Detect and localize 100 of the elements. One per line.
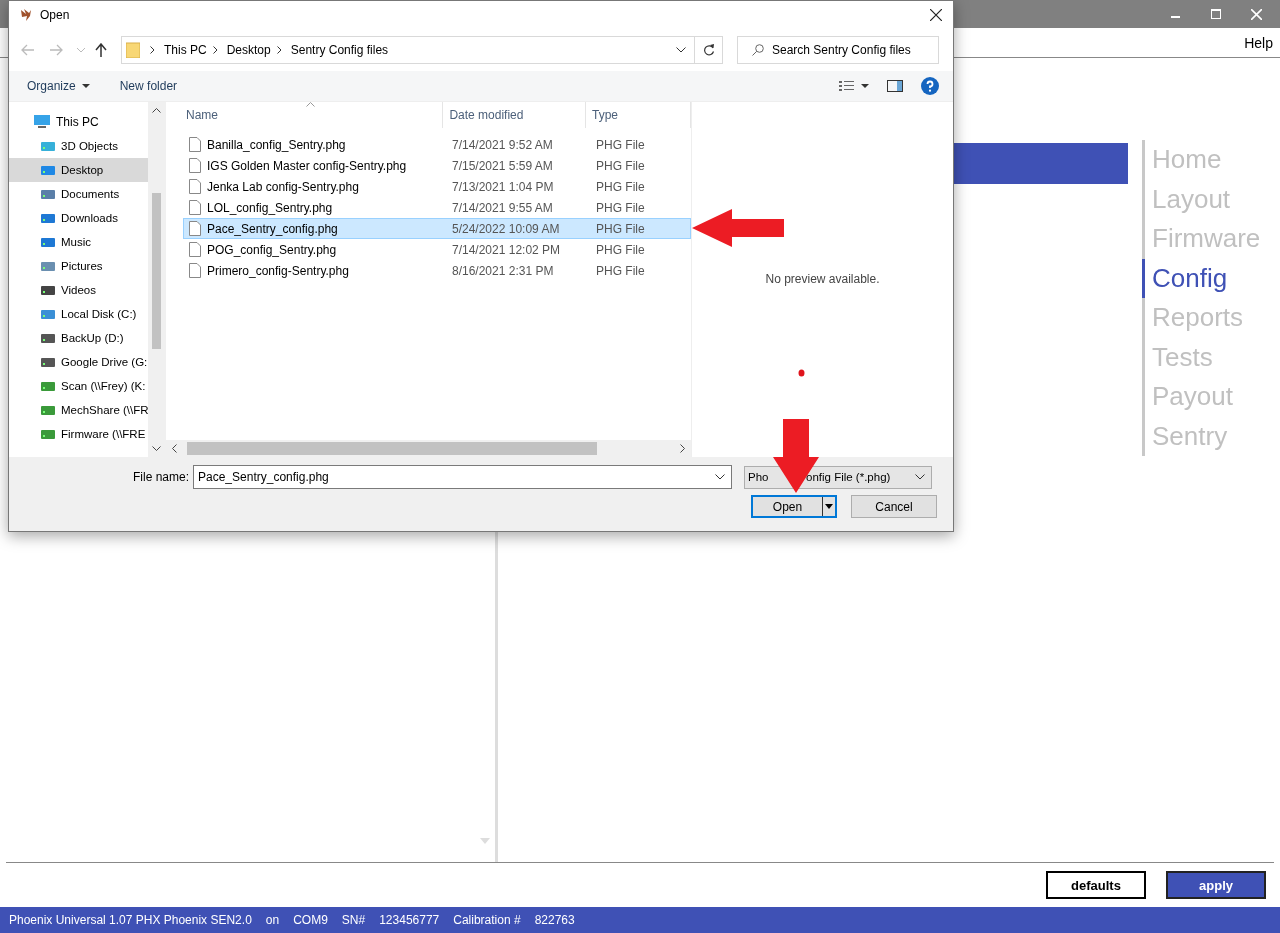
nav-item[interactable]: Config [1142, 258, 1280, 298]
search-field[interactable]: Search Sentry Config files [737, 36, 939, 64]
drive-icon [40, 139, 56, 153]
tree-item[interactable]: Pictures [9, 254, 148, 278]
search-icon [752, 44, 764, 56]
breadcrumb-item[interactable]: Sentry Config files [290, 43, 389, 57]
caret-icon [825, 504, 833, 509]
tree-item[interactable]: Downloads [9, 206, 148, 230]
file-name: Pace_Sentry_config.phg [207, 221, 338, 236]
file-date: 7/14/2021 12:02 PM [452, 242, 562, 257]
status-text: Phoenix Universal 1.07 PHX Phoenix SEN2.0 [9, 913, 252, 927]
drive-icon [40, 163, 56, 177]
cancel-button[interactable]: Cancel [851, 495, 937, 518]
file-icon [189, 158, 201, 173]
up-icon[interactable] [95, 43, 107, 57]
drive-icon [40, 235, 56, 249]
tree-item[interactable]: 3D Objects [9, 134, 148, 158]
drive-icon [40, 379, 56, 393]
scroll-down-icon[interactable] [152, 446, 161, 451]
column-header[interactable]: Type [586, 102, 691, 128]
file-name: LOL_config_Sentry.phg [207, 200, 333, 215]
scroll-right-icon[interactable] [680, 444, 685, 453]
file-type: PHG File [596, 137, 645, 152]
tree-item[interactable]: This PC [9, 110, 148, 134]
organize-menu[interactable]: Organize [27, 79, 90, 93]
chevron-down-icon[interactable] [715, 474, 725, 480]
drive-icon [40, 427, 56, 441]
view-options-icon[interactable] [839, 80, 869, 92]
status-text: SN# [341, 913, 366, 927]
sort-icon [306, 102, 315, 107]
file-icon [189, 263, 201, 278]
drive-icon [40, 331, 56, 345]
drive-icon [40, 259, 56, 273]
file-type: PHG File [596, 242, 645, 257]
file-type: PHG File [596, 263, 645, 278]
status-text: on [265, 913, 280, 927]
status-text: COM9 [293, 913, 328, 927]
chevron-right-icon [276, 46, 282, 54]
column-header[interactable]: Date modified [443, 102, 586, 128]
file-date: 5/24/2022 10:09 AM [452, 221, 561, 236]
dot-mark [798, 369, 805, 377]
file-row[interactable]: Banilla_config_Sentry.phg 7/14/2021 9:52 AM PHG File [183, 134, 691, 155]
status-text: 123456777 [379, 913, 440, 927]
scrollbar[interactable] [166, 440, 691, 457]
file-name-field[interactable]: Pace_Sentry_config.phg [193, 465, 732, 489]
file-row[interactable]: Primero_config-Sentry.phg 8/16/2021 2:31 PM PHG File [183, 260, 691, 281]
file-date: 7/15/2021 5:59 AM [452, 158, 554, 173]
address-bar[interactable]: This PC Desktop Sentry Config files [121, 36, 695, 64]
file-name: Jenka Lab config-Sentry.phg [207, 179, 359, 194]
file-row[interactable]: IGS Golden Master config-Sentry.phg 7/15/2021 5:59 AM PHG File [183, 155, 691, 176]
tree-item[interactable]: BackUp (D:) [9, 326, 148, 350]
file-name: IGS Golden Master config-Sentry.phg [207, 158, 407, 173]
tree-item[interactable]: Scan (\\Frey) (K: [9, 374, 148, 398]
file-row[interactable]: Jenka Lab config-Sentry.phg 7/13/2021 1:04 PM PHG File [183, 176, 691, 197]
scroll-left-icon[interactable] [172, 444, 177, 453]
tree-item[interactable]: Firmware (\\FRE [9, 422, 148, 446]
tree-item[interactable]: Music [9, 230, 148, 254]
chevron-right-icon [150, 46, 155, 54]
file-icon [189, 221, 201, 236]
scroll-thumb[interactable] [152, 193, 161, 349]
file-row[interactable]: POG_config_Sentry.phg 7/14/2021 12:02 PM PHG File [183, 239, 691, 260]
breadcrumb-item[interactable]: Desktop [226, 43, 271, 57]
preview-pane-icon[interactable] [887, 80, 903, 92]
scroll-thumb[interactable] [187, 442, 597, 455]
preview-message: No preview available. [765, 271, 880, 286]
menu-item[interactable]: Help [1244, 34, 1273, 51]
computer-icon [33, 115, 51, 129]
file-type: PHG File [596, 158, 645, 173]
file-date: 7/14/2021 9:52 AM [452, 137, 554, 152]
tree-item[interactable]: Videos [9, 278, 148, 302]
chevron-right-icon [212, 46, 218, 54]
file-row[interactable]: LOL_config_Sentry.phg 7/14/2021 9:55 AM PHG File [183, 197, 691, 218]
refresh-icon[interactable] [695, 36, 723, 64]
file-name: Primero_config-Sentry.phg [207, 263, 349, 278]
status-text: Calibration # [453, 913, 521, 927]
drive-icon [40, 187, 56, 201]
scroll-up-icon[interactable] [152, 108, 161, 113]
chevron-down-icon[interactable] [915, 474, 925, 480]
tree-item[interactable]: MechShare (\\FR [9, 398, 148, 422]
new-folder-button[interactable]: New folder [119, 79, 178, 93]
drive-icon [40, 403, 56, 417]
apply-button[interactable]: apply [1166, 871, 1266, 899]
file-name-label: File name: [131, 470, 190, 484]
file-date: 7/14/2021 9:55 AM [452, 200, 554, 215]
tree-item[interactable]: Google Drive (G: [9, 350, 148, 374]
tree-item[interactable]: Local Disk (C:) [9, 302, 148, 326]
file-icon [189, 179, 201, 194]
open-button[interactable]: Open [751, 495, 837, 518]
drive-icon [40, 355, 56, 369]
tree-item[interactable]: Documents [9, 182, 148, 206]
file-date: 8/16/2021 2:31 PM [452, 263, 555, 278]
file-row[interactable]: Pace_Sentry_config.phg 5/24/2022 10:09 AM PHG File [183, 218, 691, 239]
help-icon[interactable] [921, 77, 939, 95]
tree-item[interactable]: Desktop [9, 158, 148, 182]
breadcrumb-item[interactable]: This PC [164, 43, 207, 57]
drive-icon [40, 307, 56, 321]
defaults-button[interactable]: defaults [1046, 871, 1146, 899]
column-header[interactable]: Name [171, 102, 444, 128]
scrollbar[interactable] [148, 102, 165, 457]
close-icon[interactable] [930, 9, 942, 21]
